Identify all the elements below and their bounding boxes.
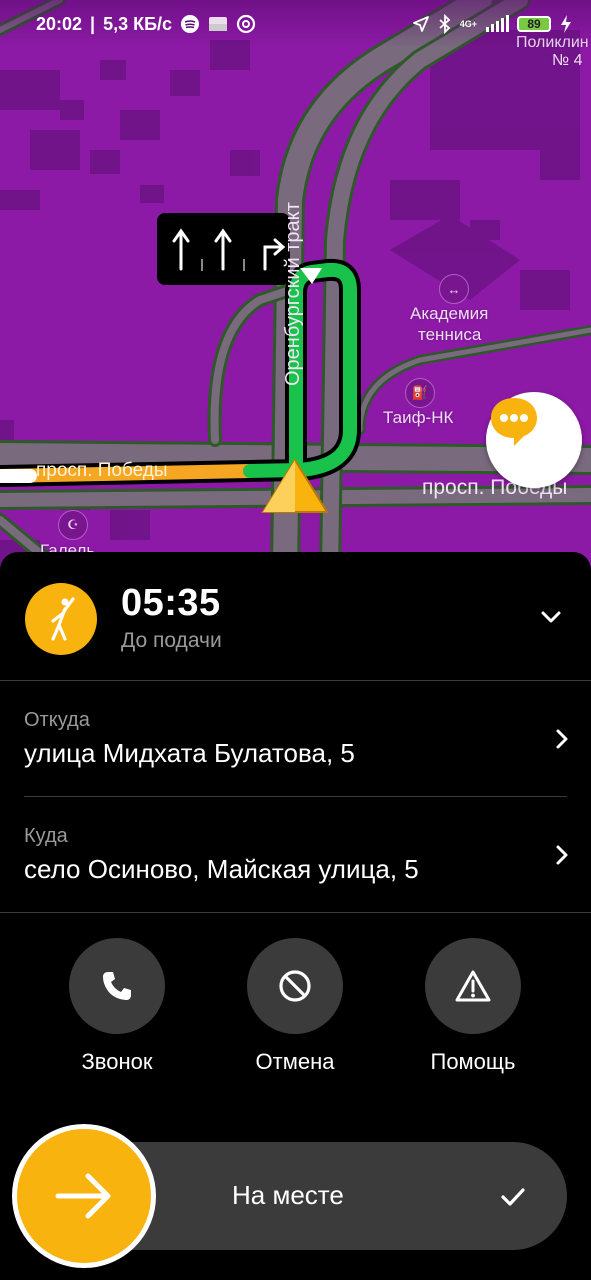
help-action[interactable]: Помощь	[398, 938, 548, 1075]
eta-row[interactable]: 05:35 До подачи	[0, 552, 591, 680]
to-label: Куда	[24, 825, 68, 847]
arrow-right-icon	[55, 1173, 111, 1219]
to-value: село Осиново, Майская улица, 5	[24, 854, 419, 884]
chevron-right-icon	[556, 845, 568, 865]
map-view[interactable]: Поликлин № 4 ↔ Академия тенниса ⛽ Таиф-Н…	[0, 0, 591, 570]
eta-badge	[25, 583, 97, 655]
chevron-down-icon[interactable]	[538, 604, 564, 630]
sync-icon	[236, 14, 256, 34]
status-time: 20:02	[36, 13, 83, 34]
waving-person-icon	[51, 597, 75, 641]
cancel-icon	[279, 970, 311, 1002]
lane-arrows-icon	[172, 228, 286, 271]
map-label-taif: Таиф-НК	[383, 408, 454, 427]
divider	[0, 912, 591, 913]
street-label-orenburg: Оренбургский тракт	[282, 202, 304, 386]
map-label-tennis-2: тенниса	[418, 325, 482, 344]
app-notification-icon	[209, 17, 228, 31]
charging-bolt-icon	[561, 15, 571, 33]
help-button[interactable]	[425, 938, 521, 1034]
cancel-action[interactable]: Отмена	[220, 938, 370, 1075]
status-network-speed: 5,3 КБ/с	[103, 13, 173, 34]
call-button[interactable]	[69, 938, 165, 1034]
warning-icon	[455, 970, 491, 1002]
cancel-label: Отмена	[255, 1049, 335, 1074]
eta-time: 05:35	[121, 582, 221, 624]
lane-guidance	[157, 213, 290, 285]
address-to[interactable]: Куда село Осиново, Майская улица, 5	[0, 796, 591, 911]
chevron-right-icon	[556, 729, 568, 749]
cancel-button[interactable]	[247, 938, 343, 1034]
fuel-poi-icon[interactable]: ⛽	[405, 378, 435, 408]
chat-bubble-icon	[491, 398, 537, 446]
mosque-poi-icon[interactable]: ☪	[58, 510, 88, 540]
street-label-pobedy-left: просп. Победы	[36, 460, 168, 481]
help-label: Помощь	[430, 1049, 516, 1074]
call-label: Звонок	[81, 1049, 153, 1074]
battery-indicator: 89	[517, 16, 551, 32]
location-arrow-icon	[412, 16, 429, 32]
address-from[interactable]: Откуда улица Мидхата Булатова, 5	[0, 680, 591, 795]
arrived-slider-label: На месте	[232, 1180, 344, 1210]
eta-label: До подачи	[121, 629, 222, 652]
network-type: 4G+	[459, 18, 477, 29]
map-label-tennis-1: Академия	[410, 304, 489, 323]
spotify-icon	[181, 15, 200, 33]
chat-button[interactable]	[486, 392, 582, 488]
arrived-slider-knob[interactable]	[12, 1124, 156, 1268]
phone-icon	[103, 972, 131, 1000]
from-value: улица Мидхата Булатова, 5	[24, 738, 355, 768]
status-bar: 20:02 | 5,3 КБ/с 4G+ 89	[0, 0, 591, 48]
checkmark-icon	[501, 1188, 525, 1206]
map-label-polyclinic-number: № 4	[552, 52, 583, 69]
order-sheet: 05:35 До подачи Откуда улица Мидхата Бул…	[0, 552, 591, 1280]
signal-icon	[486, 15, 509, 32]
bluetooth-icon	[439, 14, 451, 34]
tennis-poi-icon[interactable]: ↔	[439, 274, 469, 304]
call-action[interactable]: Звонок	[42, 938, 192, 1075]
from-label: Откуда	[24, 709, 90, 731]
